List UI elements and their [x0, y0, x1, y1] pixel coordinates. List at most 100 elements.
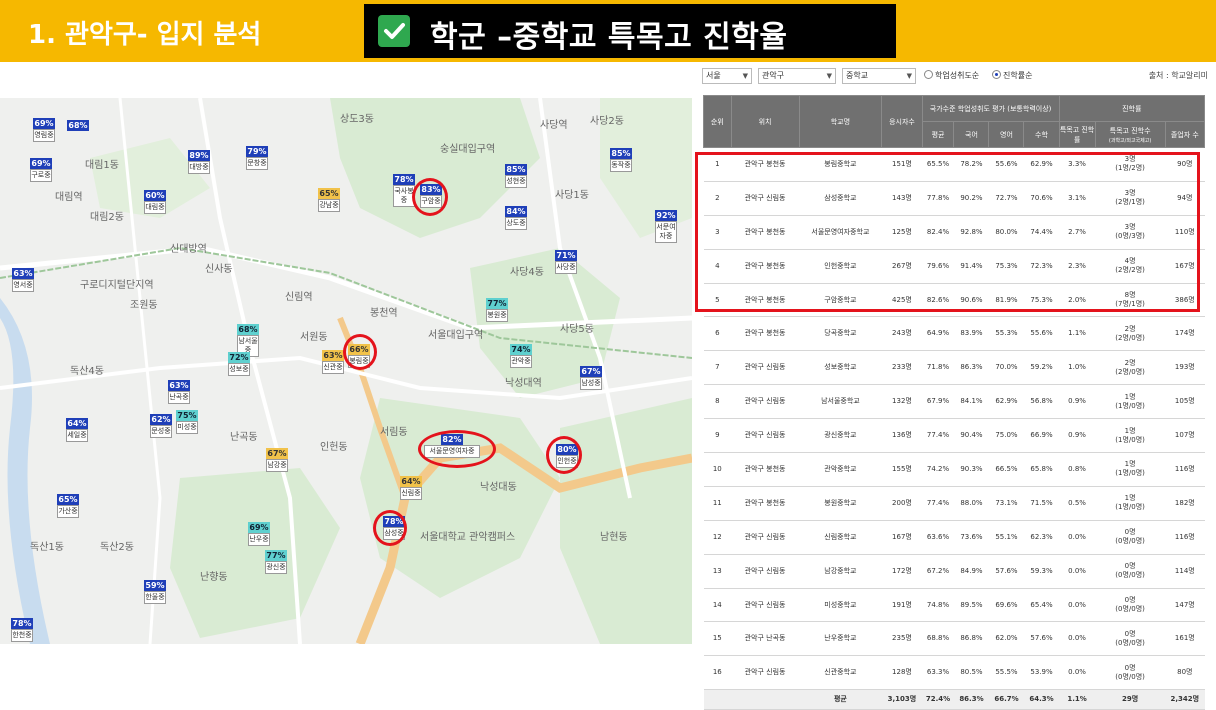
cell-math: 66.9% [1023, 418, 1059, 454]
col-school[interactable]: 학교명 [798, 95, 883, 148]
cell-rank: 9 [703, 418, 732, 454]
cell-eng: 62.9% [988, 384, 1024, 420]
district-select[interactable]: 관악구 ▼ [758, 68, 836, 84]
school-marker[interactable]: 71% 사당중 [555, 250, 577, 274]
cell-loc: 관악구 봉천동 [731, 316, 800, 352]
col-korean[interactable]: 국어 [953, 121, 990, 148]
col-graduates[interactable]: 졸업자 수 [1164, 121, 1206, 148]
school-marker[interactable]: 67% 남성중 [580, 366, 602, 390]
highlight-ring [418, 430, 496, 468]
cell-avg: 77.4% [922, 418, 954, 454]
chevron-down-icon: ▼ [742, 72, 748, 80]
school-marker[interactable]: 63% 신관중 [322, 350, 344, 374]
col-rank[interactable]: 순위 [703, 95, 732, 148]
col-avg[interactable]: 평균 [921, 121, 955, 148]
total-eng: 66.7% [988, 689, 1024, 710]
cell-grad: 116명 [1165, 452, 1205, 487]
school-marker[interactable]: 69% 난우중 [248, 522, 270, 546]
place-label: 남현동 [600, 532, 628, 543]
cell-n: 128명 [881, 655, 923, 691]
total-avg: 72.4% [922, 689, 954, 710]
table-row[interactable]: 15 관악구 난곡동 난우중학교 235명 68.8% 86.8% 62.0% 57.6% 0.… [703, 621, 1205, 657]
cell-kor: 73.6% [953, 520, 989, 555]
cell-math: 55.6% [1023, 316, 1059, 352]
school-marker[interactable]: 77% 봉원중 [486, 298, 508, 322]
main-title-box: 학군 –중학교 특목고 진학율 [364, 4, 896, 58]
school-marker[interactable]: 60% 대림중 [144, 190, 166, 214]
school-marker[interactable]: 65% 가산중 [57, 494, 79, 518]
school-marker[interactable]: 84% 상도중 [505, 206, 527, 230]
place-label: 서울대학교 관악캠퍼스 [420, 532, 516, 543]
school-marker[interactable]: 59% 한울중 [144, 580, 166, 604]
school-marker[interactable]: 89% 대방중 [188, 150, 210, 174]
col-math[interactable]: 수학 [1023, 121, 1060, 148]
table-row[interactable]: 10 관악구 봉천동 관악중학교 155명 74.2% 90.3% 66.5% 65.8% 0.… [703, 452, 1205, 487]
school-marker[interactable]: 85% 동작중 [610, 148, 632, 172]
cell-n: 191명 [881, 588, 923, 623]
cell-loc: 관악구 신림동 [731, 520, 800, 555]
cell-school: 남강중학교 [799, 554, 882, 589]
table-total-row: 평균 3,103명 72.4% 86.3% 66.7% 64.3% 1.1% 29명 2,342… [703, 689, 1205, 710]
school-marker[interactable]: 79% 문창중 [246, 146, 268, 170]
cell-rank: 11 [703, 486, 732, 521]
cell-rank: 8 [703, 384, 732, 420]
school-marker[interactable]: 63% 영서중 [12, 268, 34, 292]
school-marker[interactable]: 65% 강남중 [318, 188, 340, 212]
chevron-down-icon: ▼ [826, 72, 832, 80]
school-marker[interactable]: 67% 남강중 [266, 448, 288, 472]
col-applicants[interactable]: 응시자수 [881, 95, 923, 148]
school-marker[interactable]: 69% 영림중 [33, 118, 55, 142]
cell-rate: 0.0% [1059, 621, 1096, 657]
school-marker[interactable]: 69% 구로중 [30, 158, 52, 182]
school-marker[interactable]: 75% 미성중 [176, 410, 198, 434]
school-marker[interactable]: 77% 광신중 [265, 550, 287, 574]
school-marker[interactable]: 74% 관악중 [510, 344, 532, 368]
cell-rate: 0.8% [1059, 452, 1096, 487]
cell-math: 71.5% [1023, 486, 1059, 521]
col-special-rate[interactable]: 특목고 진학률 [1058, 121, 1096, 148]
radio-achievement[interactable]: 학업성취도순 [924, 70, 979, 81]
cell-rank: 15 [703, 621, 732, 657]
cell-kor: 80.5% [953, 655, 989, 691]
cell-rank: 6 [703, 316, 732, 352]
col-english[interactable]: 영어 [988, 121, 1025, 148]
place-label: 신림역 [285, 292, 313, 303]
cell-n: 233명 [881, 350, 923, 386]
school-marker[interactable]: 68% [67, 120, 89, 131]
table-row[interactable]: 12 관악구 신림동 신림중학교 167명 63.6% 73.6% 55.1% 62.3% 0.… [703, 520, 1205, 555]
cell-eng: 69.6% [988, 588, 1024, 623]
school-marker[interactable]: 64% 신림중 [400, 476, 422, 500]
school-marker[interactable]: 85% 성현중 [505, 164, 527, 188]
cell-cnt: 2명 (2명/0명) [1095, 316, 1166, 352]
table-row[interactable]: 8 관악구 신림동 남서울중학교 132명 67.9% 84.1% 62.9% 56.8% 0.… [703, 384, 1205, 420]
cell-eng: 55.1% [988, 520, 1024, 555]
cell-school: 미성중학교 [799, 588, 882, 623]
place-label: 독산1동 [30, 542, 64, 553]
cell-math: 57.6% [1023, 621, 1059, 657]
table-row[interactable]: 7 관악구 신림동 성보중학교 233명 71.8% 86.3% 70.0% 59.2% 1.0… [703, 350, 1205, 386]
school-marker[interactable]: 64% 세일중 [66, 418, 88, 442]
school-marker[interactable]: 92% 서문여자중 [655, 210, 677, 243]
school-level-select[interactable]: 중학교 ▼ [842, 68, 916, 84]
table-row[interactable]: 9 관악구 신림동 광신중학교 136명 77.4% 90.4% 75.0% 66.9% 0.9… [703, 418, 1205, 454]
school-marker[interactable]: 78% 한천중 [11, 618, 33, 642]
school-marker[interactable]: 63% 난곡중 [168, 380, 190, 404]
table-row[interactable]: 16 관악구 신림동 신관중학교 128명 63.3% 80.5% 55.5% 53.9% 0.… [703, 655, 1205, 691]
table-row[interactable]: 11 관악구 봉천동 봉원중학교 200명 77.4% 88.0% 73.1% 71.5% 0.… [703, 486, 1205, 521]
cell-avg: 67.9% [922, 384, 954, 420]
radio-admission[interactable]: 진학률순 [992, 70, 1032, 81]
cell-grad: 174명 [1165, 316, 1205, 352]
region-select[interactable]: 서울 ▼ [702, 68, 752, 84]
cell-avg: 63.3% [922, 655, 954, 691]
table-row[interactable]: 6 관악구 봉천동 당곡중학교 243명 64.9% 83.9% 55.3% 55.6% 1.1… [703, 316, 1205, 352]
table-row[interactable]: 14 관악구 신림동 미성중학교 191명 74.8% 89.5% 69.6% 65.4% 0.… [703, 588, 1205, 623]
col-location[interactable]: 위치 [730, 95, 800, 148]
main-title: 학군 –중학교 특목고 진학율 [430, 20, 788, 55]
cell-eng: 55.3% [988, 316, 1024, 352]
col-special-count[interactable]: 특목고 진학수 (과학고/외고국제고) [1094, 121, 1166, 148]
cell-n: 136명 [881, 418, 923, 454]
school-map[interactable]: 상도3동 사당2동 숭실대입구역 대림1동 대림역 대림2동 신대방역 구로디지… [0, 98, 692, 644]
school-marker[interactable]: 62% 문성중 [150, 414, 172, 438]
table-row[interactable]: 13 관악구 신림동 남강중학교 172명 67.2% 84.9% 57.6% 59.3% 0.… [703, 554, 1205, 589]
school-marker[interactable]: 72% 성보중 [228, 352, 250, 376]
